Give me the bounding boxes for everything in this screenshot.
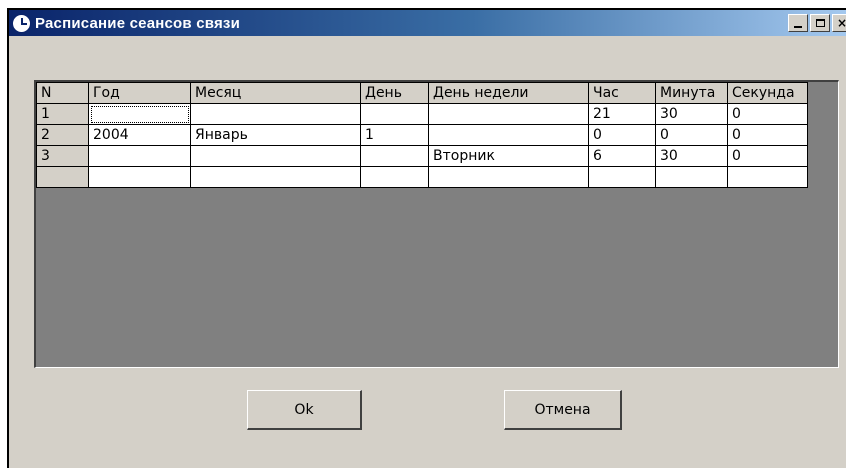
cell-month[interactable] xyxy=(190,145,361,167)
cell-weekday[interactable] xyxy=(428,103,589,125)
clock-icon xyxy=(12,13,31,33)
title-bar[interactable]: Расписание сеансов связи × xyxy=(9,10,846,36)
cell-day[interactable] xyxy=(360,166,429,188)
cell-minute[interactable]: 0 xyxy=(655,124,728,146)
schedule-dialog: Расписание сеансов связи × N Год Месяц Д… xyxy=(7,8,846,468)
column-header-second[interactable]: Секунда xyxy=(727,82,808,104)
column-header-n[interactable]: N xyxy=(36,82,89,104)
cell-year[interactable] xyxy=(88,166,191,188)
cell-second[interactable]: 0 xyxy=(727,103,808,125)
minimize-button[interactable] xyxy=(788,14,808,32)
column-header-month[interactable]: Месяц xyxy=(190,82,361,104)
cancel-button[interactable]: Отмена xyxy=(504,390,622,430)
window-controls: × xyxy=(788,14,846,32)
cell-second[interactable] xyxy=(727,166,808,188)
minimize-icon xyxy=(794,26,802,28)
cell-minute[interactable]: 30 xyxy=(655,103,728,125)
window-title: Расписание сеансов связи xyxy=(35,14,241,32)
cell-year[interactable] xyxy=(88,145,191,167)
cell-day[interactable] xyxy=(360,103,429,125)
column-header-hour[interactable]: Час xyxy=(588,82,656,104)
cell-day[interactable] xyxy=(360,145,429,167)
schedule-table: N Год Месяц День День недели Час Минута … xyxy=(36,82,808,188)
cell-minute[interactable] xyxy=(655,166,728,188)
cell-weekday[interactable] xyxy=(428,166,589,188)
cell-minute[interactable]: 30 xyxy=(655,145,728,167)
ok-button[interactable]: Ok xyxy=(247,390,362,430)
table-row: 3 Вторник 6 30 0 xyxy=(36,145,808,167)
maximize-button[interactable] xyxy=(810,14,830,32)
row-number[interactable]: 3 xyxy=(36,145,89,167)
cell-second[interactable]: 0 xyxy=(727,145,808,167)
schedule-grid[interactable]: N Год Месяц День День недели Час Минута … xyxy=(34,80,839,368)
table-row: 1 21 30 0 xyxy=(36,103,808,125)
maximize-icon xyxy=(815,19,825,27)
row-number[interactable] xyxy=(36,166,89,188)
column-header-minute[interactable]: Минута xyxy=(655,82,728,104)
cell-month[interactable]: Январь xyxy=(190,124,361,146)
cell-year[interactable] xyxy=(88,103,191,125)
close-button[interactable]: × xyxy=(832,14,846,32)
cell-weekday[interactable]: Вторник xyxy=(428,145,589,167)
header-row: N Год Месяц День День недели Час Минута … xyxy=(36,82,808,104)
cell-month[interactable] xyxy=(190,166,361,188)
row-number[interactable]: 1 xyxy=(36,103,89,125)
cell-hour[interactable] xyxy=(588,166,656,188)
table-row: 2 2004 Январь 1 0 0 0 xyxy=(36,124,808,146)
cell-year[interactable]: 2004 xyxy=(88,124,191,146)
cell-hour[interactable]: 21 xyxy=(588,103,656,125)
column-header-weekday[interactable]: День недели xyxy=(428,82,589,104)
cell-month[interactable] xyxy=(190,103,361,125)
cell-second[interactable]: 0 xyxy=(727,124,808,146)
cell-weekday[interactable] xyxy=(428,124,589,146)
table-row-new xyxy=(36,166,808,188)
cell-hour[interactable]: 6 xyxy=(588,145,656,167)
column-header-year[interactable]: Год xyxy=(88,82,191,104)
cell-day[interactable]: 1 xyxy=(360,124,429,146)
close-icon: × xyxy=(836,16,846,30)
row-number[interactable]: 2 xyxy=(36,124,89,146)
column-header-day[interactable]: День xyxy=(360,82,429,104)
cell-hour[interactable]: 0 xyxy=(588,124,656,146)
